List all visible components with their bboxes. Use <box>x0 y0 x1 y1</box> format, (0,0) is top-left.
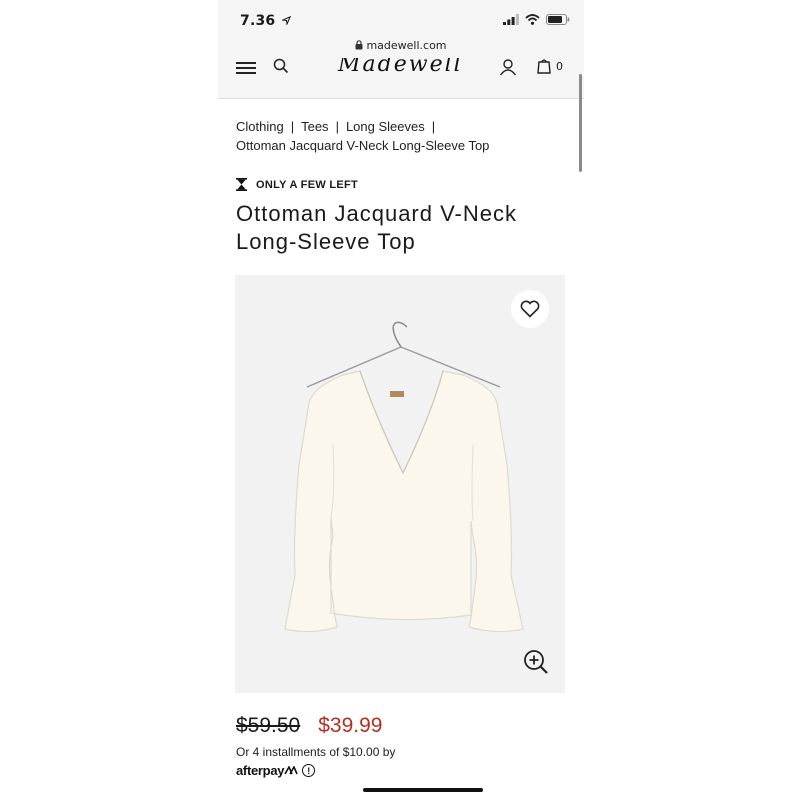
time-text: 7.36 <box>240 13 276 29</box>
afterpay-logo: afterpay <box>236 763 298 778</box>
garment-illustration <box>284 321 524 633</box>
site-logo[interactable]: Madewell <box>338 58 463 77</box>
stock-badge: ONLY A FEW LEFT <box>236 178 358 191</box>
bag-icon[interactable] <box>536 58 552 74</box>
product-title: Ottoman Jacquard V-Neck Long-Sleeve Top <box>236 201 518 254</box>
account-icon[interactable] <box>499 58 517 76</box>
original-price: $59.50 <box>236 714 301 737</box>
info-icon[interactable]: ! <box>302 764 316 777</box>
url-bar[interactable]: madewell.com <box>218 36 584 58</box>
sale-price: $39.99 <box>318 714 383 737</box>
breadcrumb-row: Clothing | Tees | Long Sleeves | <box>236 117 489 136</box>
battery-icon <box>546 14 570 25</box>
home-indicator <box>363 788 483 792</box>
phone-screen: 7.36 madewell.com Madewell 0 Clothing | … <box>218 0 584 800</box>
scrollbar[interactable] <box>579 74 582 172</box>
stock-text: ONLY A FEW LEFT <box>256 178 359 191</box>
afterpay-row[interactable]: afterpay ! <box>236 763 316 778</box>
zoom-in-icon[interactable] <box>522 648 550 676</box>
product-image[interactable] <box>235 275 565 693</box>
breadcrumb-current: Ottoman Jacquard V-Neck Long-Sleeve Top <box>236 138 490 153</box>
url-text: madewell.com <box>366 39 447 52</box>
bag-count: 0 <box>556 60 563 73</box>
status-icons <box>503 14 570 25</box>
breadcrumb-separator: | <box>335 119 339 134</box>
breadcrumb-separator: | <box>290 119 295 134</box>
lock-icon <box>355 40 363 50</box>
installments-text: Or 4 installments of $10.00 by <box>236 745 396 759</box>
search-icon[interactable] <box>273 58 289 74</box>
breadcrumb-clothing[interactable]: Clothing <box>236 119 284 134</box>
breadcrumb: Clothing | Tees | Long Sleeves | Ottoman Jacq… <box>236 117 489 155</box>
status-time: 7.36 <box>240 13 292 29</box>
heart-icon <box>520 300 540 318</box>
hourglass-icon <box>236 178 247 191</box>
site-header: Madewell 0 <box>218 58 584 99</box>
favorite-button[interactable] <box>511 290 549 328</box>
wifi-icon <box>525 14 540 25</box>
breadcrumb-separator: | <box>431 119 436 134</box>
breadcrumb-long-sleeves[interactable]: Long Sleeves <box>346 119 425 134</box>
menu-icon[interactable] <box>236 62 256 74</box>
breadcrumb-tees[interactable]: Tees <box>301 119 328 134</box>
signal-icon <box>503 14 519 25</box>
location-arrow-icon <box>281 15 292 27</box>
status-bar: 7.36 <box>218 0 584 36</box>
afterpay-arrows-icon <box>284 765 298 775</box>
price-row: $59.50 $39.99 <box>236 714 382 738</box>
